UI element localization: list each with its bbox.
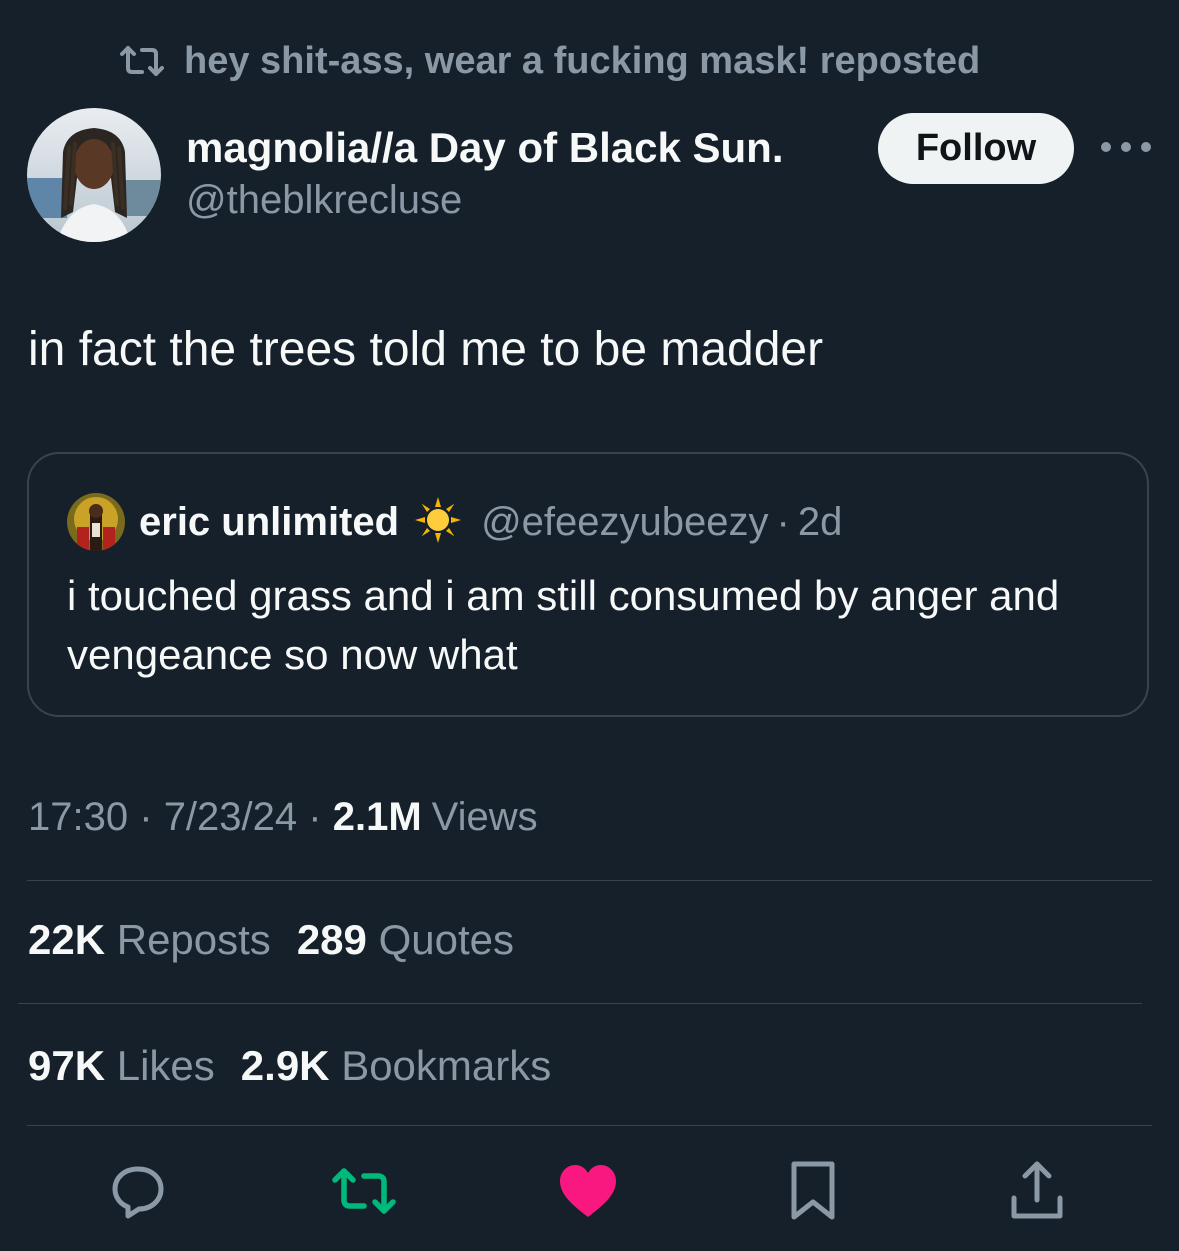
action-bar [0,1158,1179,1224]
quoted-handle[interactable]: @efeezyubeezy [481,500,768,545]
quoted-avatar[interactable] [67,493,125,551]
divider [18,1003,1142,1004]
quotes-stat[interactable]: 289 Quotes [297,916,514,963]
avatar[interactable] [27,108,161,242]
meta-separator: · [139,795,153,839]
author-info[interactable]: magnolia//a Day of Black Sun. @theblkrec… [186,122,784,226]
bookmarks-label: Bookmarks [341,1042,552,1089]
follow-button[interactable]: Follow [878,113,1074,184]
quoted-display-name[interactable]: eric unlimited [139,500,399,545]
likes-label: Likes [116,1042,215,1089]
tweet-text: in fact the trees told me to be madder [28,323,824,376]
author-display-name[interactable]: magnolia//a Day of Black Sun. [186,122,784,174]
quoted-separator: · [776,499,790,544]
bookmarks-count: 2.9K [240,1042,330,1089]
stats-likes-bookmarks: 97K Likes 2.9K Bookmarks [28,1038,551,1094]
quoted-tweet-card[interactable]: eric unlimited @efeezyubeezy · 2d i touc… [27,452,1149,717]
quotes-label: Quotes [378,916,514,963]
tweet-meta: 17:30 · 7/23/24 · 2.1M Views [28,790,538,844]
quoted-timestamp[interactable]: 2d [798,500,843,545]
divider [27,880,1152,881]
like-icon[interactable] [555,1158,621,1224]
reply-icon[interactable] [105,1158,171,1224]
views-count: 2.1M [332,795,422,839]
tweet-time[interactable]: 17:30 [28,795,128,839]
likes-stat[interactable]: 97K Likes [28,1042,215,1089]
repost-banner-text[interactable]: hey shit-ass, wear a fucking mask! repos… [184,40,980,83]
sun-emoji [413,495,463,550]
more-dots-icon[interactable] [1098,132,1154,162]
share-icon[interactable] [1004,1158,1070,1224]
reposts-stat[interactable]: 22K Reposts [28,916,271,963]
quotes-count: 289 [296,916,367,963]
views-label: Views [431,795,538,839]
quoted-tweet-text: i touched grass and i am still consumed … [67,572,1060,678]
bookmark-icon[interactable] [780,1158,846,1224]
reposts-label: Reposts [116,916,271,963]
reposts-count: 22K [28,916,106,963]
repost-icon [118,44,166,78]
author-handle[interactable]: @theblkrecluse [186,174,784,226]
tweet-date[interactable]: 7/23/24 [164,795,297,839]
repost-banner[interactable]: hey shit-ass, wear a fucking mask! repos… [118,36,980,86]
repost-icon[interactable] [331,1158,397,1224]
stats-reposts-quotes: 22K Reposts 289 Quotes [28,912,514,968]
likes-count: 97K [28,1042,106,1089]
bookmarks-stat[interactable]: 2.9K Bookmarks [241,1042,551,1089]
quoted-tweet-header: eric unlimited @efeezyubeezy · 2d [67,492,842,552]
tweet-detail-page: hey shit-ass, wear a fucking mask! repos… [0,0,1179,1251]
divider [27,1125,1152,1126]
meta-separator: · [308,795,322,839]
